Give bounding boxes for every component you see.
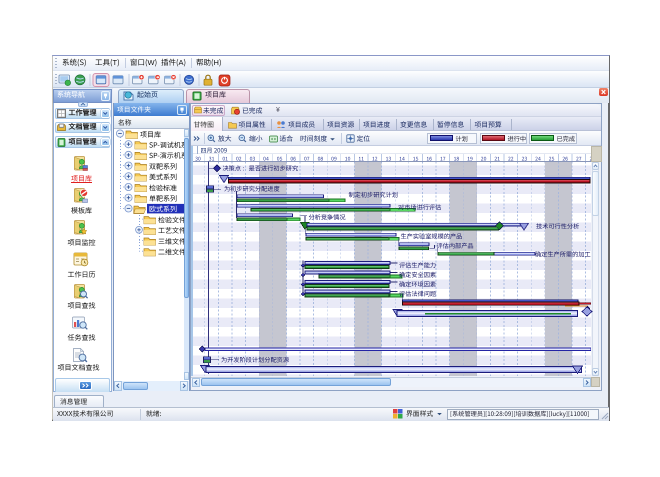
svg-text:双靶系列: 双靶系列 bbox=[149, 162, 177, 172]
svg-text:确定安全因素: 确定安全因素 bbox=[399, 270, 436, 279]
svg-text:三维文件: 三维文件 bbox=[158, 237, 184, 247]
svg-text:欧式系列: 欧式系列 bbox=[149, 205, 177, 215]
svg-text:单靶系列: 单靶系列 bbox=[149, 194, 177, 204]
svg-text:确定生产所需的加工: 确定生产所需的加工 bbox=[535, 250, 591, 259]
svg-text:工艺文件: 工艺文件 bbox=[158, 226, 184, 236]
svg-text:决策点 : 是否进行初步研究: 决策点 : 是否进行初步研究 bbox=[223, 164, 299, 173]
svg-text:评估内部产品: 评估内部产品 bbox=[437, 241, 474, 250]
svg-text:二维文件: 二维文件 bbox=[158, 248, 184, 258]
svg-text:制定初步研究计划: 制定初步研究计划 bbox=[349, 190, 399, 199]
svg-text:SP-演示机系: SP-演示机系 bbox=[149, 151, 184, 161]
svg-text:评估法律问题: 评估法律问题 bbox=[399, 289, 436, 298]
svg-text:检验标准: 检验标准 bbox=[149, 183, 177, 193]
svg-text:对市场进行评估: 对市场进行评估 bbox=[398, 202, 441, 211]
svg-text:项目库: 项目库 bbox=[140, 130, 161, 140]
svg-text:检验文件: 检验文件 bbox=[158, 215, 184, 225]
svg-text:生产实验室规模的产品: 生产实验室规模的产品 bbox=[401, 232, 463, 241]
svg-text:为初步研究分配进度: 为初步研究分配进度 bbox=[224, 184, 280, 193]
svg-text:四月 2009: 四月 2009 bbox=[201, 146, 228, 154]
svg-text:确定环境因素: 确定环境因素 bbox=[399, 279, 436, 288]
svg-text:SP-调试机系: SP-调试机系 bbox=[149, 141, 184, 151]
svg-text:为开发阶段计划分配资源: 为开发阶段计划分配资源 bbox=[221, 355, 289, 364]
svg-text:分析竞争情况: 分析竞争情况 bbox=[309, 213, 346, 222]
svg-text:美式系列: 美式系列 bbox=[149, 173, 177, 183]
svg-text:评估生产能力: 评估生产能力 bbox=[399, 260, 436, 269]
svg-text:技术可行性分析: 技术可行性分析 bbox=[536, 221, 579, 230]
